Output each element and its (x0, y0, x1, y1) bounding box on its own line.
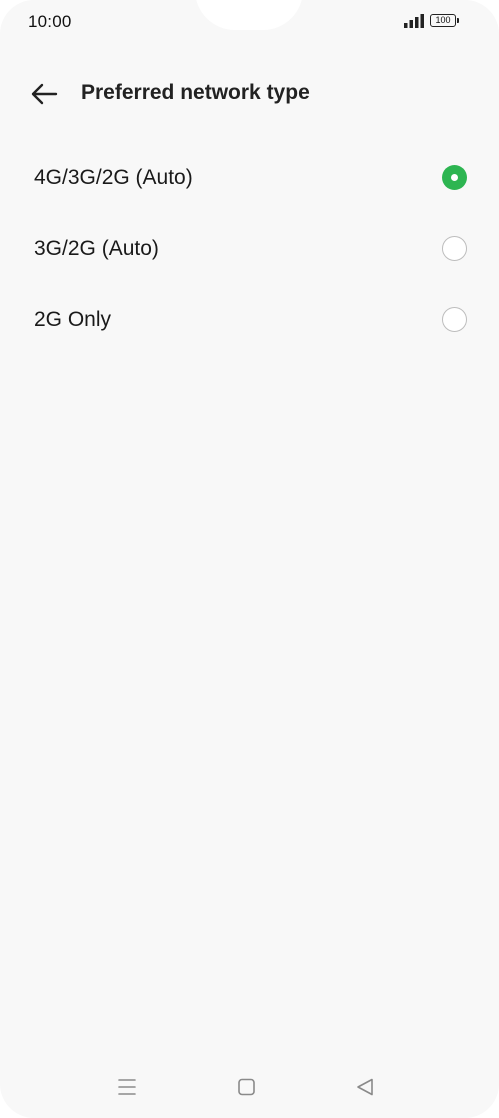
option-label: 3G/2G (Auto) (34, 237, 159, 260)
screen: 10:00 100 Preferred network type 4G/3G/2… (0, 0, 499, 1118)
battery-icon: 100 (430, 14, 456, 27)
back-triangle-icon[interactable] (350, 1072, 380, 1102)
app-header: Preferred network type (0, 70, 499, 116)
radio-button-checked[interactable] (442, 165, 467, 190)
radio-button[interactable] (442, 236, 467, 261)
battery-tip (457, 18, 459, 23)
page-title: Preferred network type (81, 81, 310, 104)
signal-icon (404, 14, 424, 28)
status-bar: 10:00 100 (0, 0, 499, 44)
option-label: 2G Only (34, 308, 112, 331)
status-time: 10:00 (28, 12, 72, 31)
menu-icon[interactable] (112, 1072, 142, 1102)
arrow-left-icon[interactable] (28, 78, 60, 110)
option-3g-2g-auto[interactable]: 3G/2G (Auto) (0, 219, 499, 279)
navigation-bar (0, 1066, 499, 1108)
home-square-icon[interactable] (231, 1072, 261, 1102)
option-4g-3g-2g-auto[interactable]: 4G/3G/2G (Auto) (0, 148, 499, 208)
option-2g-only[interactable]: 2G Only (0, 290, 499, 350)
option-label: 4G/3G/2G (Auto) (34, 166, 193, 189)
radio-button[interactable] (442, 307, 467, 332)
